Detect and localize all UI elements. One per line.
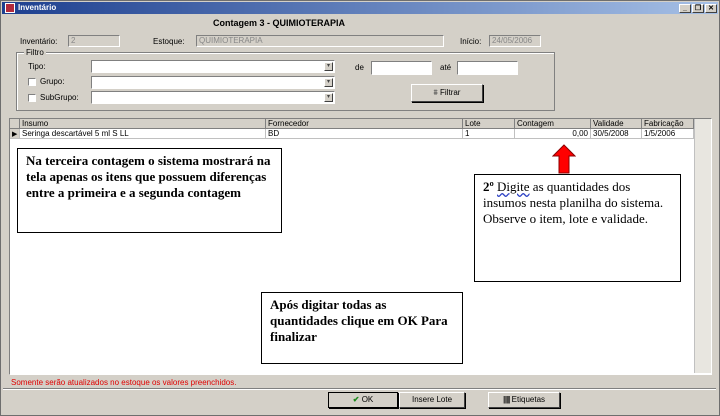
title-bar[interactable]: Inventário _ ❐ ✕ — [2, 2, 718, 14]
inicio-label: Início: — [460, 37, 482, 46]
callout-enter-quantities: 2º Digite as quantidades dos insumos nes… — [474, 174, 681, 282]
table-cell-fornecedor[interactable]: BD — [266, 129, 463, 139]
column-header-fornecedor[interactable]: Fornecedor — [266, 119, 463, 129]
date-from-input[interactable] — [371, 61, 432, 75]
inventario-window: Inventário _ ❐ ✕ Contagem 3 - QUIMIOTERA… — [0, 0, 720, 416]
column-header-insumo[interactable]: Insumo — [20, 119, 266, 129]
filtrar-button[interactable]: ⩩ Filtrar — [411, 84, 483, 102]
table-cell-fabricacao[interactable]: 1/5/2006 — [642, 129, 694, 139]
checkmark-icon: ✔ — [352, 395, 360, 404]
subgrupo-checkbox[interactable] — [28, 94, 36, 102]
row-pointer-icon: ▶ — [12, 131, 18, 138]
insere-lote-button[interactable]: Insere Lote — [399, 392, 465, 408]
date-to-input[interactable] — [457, 61, 518, 75]
column-header-contagem[interactable]: Contagem — [515, 119, 591, 129]
ok-label: OK — [361, 395, 374, 404]
column-header-lote[interactable]: Lote — [463, 119, 515, 129]
bottom-divider — [3, 388, 716, 390]
etiquetas-button[interactable]: |||||| Etiquetas — [488, 392, 560, 408]
row-indicator[interactable]: ▶ — [10, 129, 20, 139]
close-button[interactable]: ✕ — [705, 4, 717, 13]
barcode-icon: |||||| — [502, 395, 511, 404]
estoque-field: QUIMIOTERAPIA — [196, 35, 444, 47]
grid-scrollbar[interactable] — [694, 119, 711, 373]
de-label: de — [355, 63, 364, 72]
status-message: Somente serão atualizados no estoque os … — [11, 378, 237, 387]
window-title: Inventário — [18, 3, 57, 12]
red-arrow-icon — [552, 144, 576, 174]
tipo-select[interactable]: ▾ — [91, 60, 335, 73]
table-cell-validade[interactable]: 30/5/2008 — [591, 129, 642, 139]
inventario-label: Inventário: — [20, 37, 58, 46]
grupo-label: Grupo: — [40, 77, 65, 86]
filtrar-label: Filtrar — [440, 88, 461, 97]
table-cell-insumo[interactable]: Seringa descartável 5 ml S LL — [20, 129, 266, 139]
chevron-down-icon: ▾ — [324, 62, 333, 71]
filter-icon: ⩩ — [433, 88, 438, 97]
inicio-field: 24/05/2006 — [489, 35, 541, 47]
chevron-down-icon: ▾ — [324, 78, 333, 87]
ate-label: até — [440, 63, 452, 72]
callout-third-count: Na terceira contagem o sistema mostrará … — [17, 148, 282, 233]
callout-step-number: 2º — [483, 179, 494, 194]
callout-click-ok: Após digitar todas as quantidades clique… — [261, 292, 463, 364]
inventario-field: 2 — [68, 35, 120, 47]
column-header-validade[interactable]: Validade — [591, 119, 642, 129]
chevron-down-icon: ▾ — [324, 93, 333, 102]
row-indicator-header — [10, 119, 20, 129]
etiquetas-label: Etiquetas — [511, 395, 546, 404]
estoque-label: Estoque: — [153, 37, 185, 46]
column-header-fabricacao[interactable]: Fabricação — [642, 119, 694, 129]
restore-button[interactable]: ❐ — [692, 4, 704, 13]
table-cell-contagem[interactable]: 0,00 — [515, 129, 591, 139]
app-icon — [5, 3, 15, 13]
callout-digite: Digite — [497, 179, 530, 194]
grupo-select[interactable]: ▾ — [91, 76, 335, 89]
filter-legend: Filtro — [24, 48, 46, 57]
subgrupo-label: SubGrupo: — [40, 93, 79, 102]
ok-button[interactable]: ✔ OK — [328, 392, 398, 408]
table-cell-lote[interactable]: 1 — [463, 129, 515, 139]
tipo-label: Tipo: — [28, 62, 46, 71]
page-heading: Contagem 3 - QUIMIOTERAPIA — [213, 18, 346, 28]
minimize-button[interactable]: _ — [679, 4, 691, 13]
subgrupo-select[interactable]: ▾ — [91, 91, 335, 104]
grupo-checkbox[interactable] — [28, 78, 36, 86]
callout-observe: Observe o item, lote e validade. — [483, 211, 648, 226]
